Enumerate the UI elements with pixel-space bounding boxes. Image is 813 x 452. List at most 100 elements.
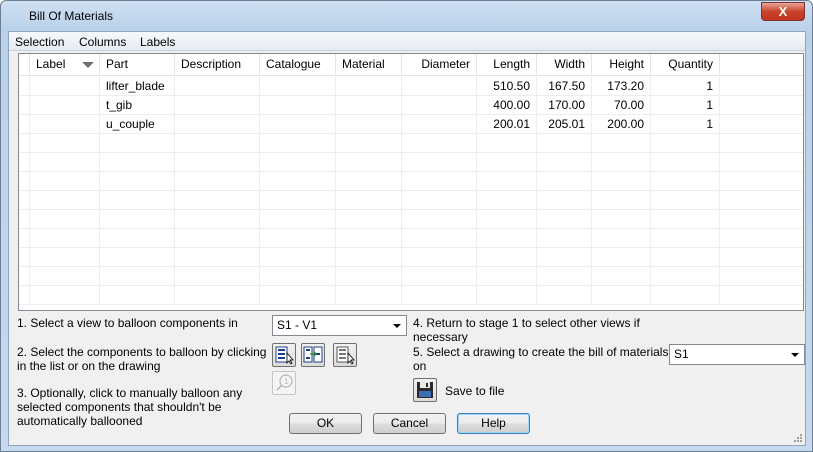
cell-part	[100, 210, 175, 229]
row-spacer	[19, 210, 30, 229]
header-spacer	[19, 54, 30, 76]
cell-material	[336, 229, 402, 248]
cell-description	[175, 77, 260, 96]
cell-quantity	[651, 172, 720, 191]
svg-text:1: 1	[284, 377, 289, 386]
cell-diameter	[402, 134, 477, 153]
cell-width	[537, 267, 592, 286]
cell-width: 170.00	[537, 96, 592, 115]
cell-label	[30, 229, 100, 248]
resize-grip-icon[interactable]	[793, 433, 803, 443]
header-description[interactable]: Description	[175, 54, 260, 76]
cell-label	[30, 134, 100, 153]
cell-quantity	[651, 267, 720, 286]
cell-part	[100, 172, 175, 191]
close-button[interactable]: X	[761, 2, 805, 21]
cell-part	[100, 153, 175, 172]
cell-quantity	[651, 191, 720, 210]
cancel-button[interactable]: Cancel	[373, 413, 446, 434]
table-row[interactable]: u_couple 200.01 205.01 200.00 1	[19, 115, 803, 134]
row-spacer	[19, 115, 30, 134]
cell-length	[477, 134, 537, 153]
header-quantity[interactable]: Quantity	[651, 54, 720, 76]
cell-length	[477, 172, 537, 191]
header-width[interactable]: Width	[537, 54, 592, 76]
cell-label	[30, 191, 100, 210]
table-row-empty	[19, 172, 803, 191]
cell-label	[30, 267, 100, 286]
cell-material	[336, 172, 402, 191]
menu-selection[interactable]: Selection	[15, 35, 64, 49]
cell-width	[537, 286, 592, 305]
select-in-list-button[interactable]	[272, 343, 296, 367]
cell-height	[592, 248, 651, 267]
cell-width	[537, 210, 592, 229]
view-select-value: S1 - V1	[277, 318, 318, 332]
chevron-down-icon	[791, 353, 799, 357]
title-bar[interactable]: Bill Of Materials X	[1, 1, 812, 31]
header-height[interactable]: Height	[592, 54, 651, 76]
cell-label	[30, 210, 100, 229]
cell-width	[537, 191, 592, 210]
manual-balloon-button[interactable]: 1	[272, 371, 296, 395]
row-spacer	[19, 267, 30, 286]
toggle-selection-button[interactable]	[301, 343, 325, 367]
sort-down-icon[interactable]	[82, 62, 94, 68]
save-to-file-label[interactable]: Save to file	[445, 384, 504, 398]
cell-quantity	[651, 286, 720, 305]
cell-height: 173.20	[592, 77, 651, 96]
save-to-file-button[interactable]	[413, 378, 437, 402]
table-row[interactable]: t_gib 400.00 170.00 70.00 1	[19, 96, 803, 115]
cell-label	[30, 286, 100, 305]
cell-diameter	[402, 77, 477, 96]
menu-labels[interactable]: Labels	[140, 35, 175, 49]
drawing-select[interactable]: S1	[669, 344, 805, 365]
cell-catalogue	[260, 134, 336, 153]
menu-columns[interactable]: Columns	[79, 35, 126, 49]
view-select[interactable]: S1 - V1	[272, 315, 407, 336]
cell-quantity: 1	[651, 115, 720, 134]
cell-catalogue	[260, 153, 336, 172]
help-button[interactable]: Help	[457, 413, 530, 434]
cell-length	[477, 286, 537, 305]
cell-quantity: 1	[651, 96, 720, 115]
cell-material	[336, 153, 402, 172]
header-part[interactable]: Part	[100, 54, 175, 76]
header-catalogue[interactable]: Catalogue	[260, 54, 336, 76]
floppy-disk-icon	[417, 382, 433, 398]
components-table[interactable]: Label Part Description Catalogue Materia…	[18, 53, 804, 311]
cell-material	[336, 210, 402, 229]
row-spacer	[19, 77, 30, 96]
cell-material	[336, 248, 402, 267]
table-header: Label Part Description Catalogue Materia…	[19, 54, 803, 76]
cell-quantity	[651, 134, 720, 153]
header-label[interactable]: Label	[30, 54, 100, 76]
cell-diameter	[402, 115, 477, 134]
cell-label	[30, 248, 100, 267]
table-row[interactable]: lifter_blade 510.50 167.50 173.20 1	[19, 77, 803, 96]
cell-catalogue	[260, 248, 336, 267]
cell-length	[477, 153, 537, 172]
row-spacer	[19, 172, 30, 191]
cell-diameter	[402, 153, 477, 172]
table-row-empty	[19, 191, 803, 210]
header-length[interactable]: Length	[477, 54, 537, 76]
cell-description	[175, 267, 260, 286]
table-row-empty	[19, 248, 803, 267]
cell-part	[100, 267, 175, 286]
cell-length	[477, 229, 537, 248]
cell-material	[336, 134, 402, 153]
chevron-down-icon	[393, 324, 401, 328]
cell-part	[100, 286, 175, 305]
header-label-text: Label	[36, 57, 66, 71]
cell-height	[592, 286, 651, 305]
select-on-drawing-button[interactable]	[333, 343, 357, 367]
ok-button[interactable]: OK	[289, 413, 362, 434]
cell-quantity	[651, 229, 720, 248]
drawing-select-value: S1	[674, 347, 689, 361]
header-diameter[interactable]: Diameter	[402, 54, 477, 76]
header-material[interactable]: Material	[336, 54, 402, 76]
cell-diameter	[402, 96, 477, 115]
cell-part	[100, 191, 175, 210]
cell-height	[592, 210, 651, 229]
